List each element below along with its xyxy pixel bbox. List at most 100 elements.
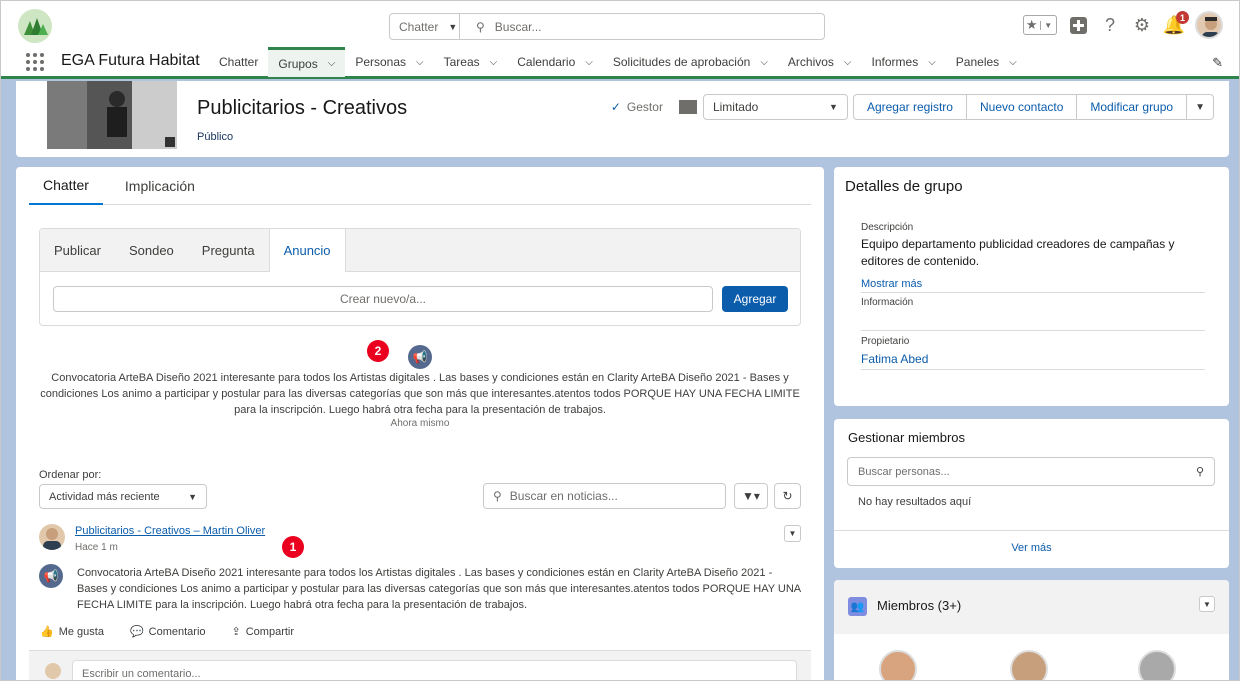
help-icon[interactable]: ? xyxy=(1099,14,1121,36)
description-value: Equipo departamento publicidad creadores… xyxy=(861,237,1175,268)
tab-engagement[interactable]: Implicación xyxy=(111,167,209,205)
publisher-tab-post[interactable]: Publicar xyxy=(40,229,115,271)
commenter-avatar xyxy=(45,663,61,679)
refresh-button[interactable]: ↻ xyxy=(774,483,801,509)
new-contact-button[interactable]: Nuevo contacto xyxy=(967,95,1078,119)
info-label: Información xyxy=(861,297,914,308)
members-menu-button[interactable]: ▼ xyxy=(1199,596,1215,612)
like-button[interactable]: 👍 Me gusta xyxy=(40,625,104,639)
member-avatar[interactable] xyxy=(1010,650,1048,680)
group-actions: ✓ Gestor Limitado ▼ Agregar registro Nuevo… xyxy=(611,94,1214,120)
nav-item-chatter[interactable]: Chatter xyxy=(209,47,268,77)
group-photo[interactable] xyxy=(47,81,177,149)
post-text: Convocatoria ArteBA Diseño 2021 interesa… xyxy=(77,567,801,611)
members-card: 👥 Miembros (3+) ▼ xyxy=(834,580,1229,680)
publisher-input[interactable]: Crear nuevo/a... xyxy=(53,286,713,312)
announcement-text: Convocatoria ArteBA Diseño 2021 interesa… xyxy=(40,372,800,416)
chevron-down-icon[interactable]: ⌵ xyxy=(1009,57,1017,68)
owner-link[interactable]: Fatima Abed xyxy=(861,352,1205,366)
publisher: Publicar Sondeo Pregunta Anuncio Crear n… xyxy=(39,228,801,326)
chevron-down-icon[interactable]: ⌵ xyxy=(844,57,852,68)
see-more-link[interactable]: Ver más xyxy=(834,542,1229,554)
search-input[interactable]: ⚲ Buscar... xyxy=(460,14,824,39)
notification-badge: 1 xyxy=(1176,11,1189,24)
announcement-time: Ahora mismo xyxy=(390,418,450,429)
nav-item-calendario[interactable]: Calendario ⌵ xyxy=(507,47,603,77)
chevron-down-icon[interactable]: ⌵ xyxy=(928,57,936,68)
group-header: Publicitarios - Creativos Público ✓ Gesto… xyxy=(16,81,1229,157)
bell-icon[interactable]: 🔔 1 xyxy=(1163,11,1189,36)
group-title: Publicitarios - Creativos xyxy=(197,97,408,119)
chevron-down-icon[interactable]: ⌵ xyxy=(416,57,424,68)
post-author-avatar[interactable] xyxy=(39,524,65,550)
caret-down-icon[interactable]: ▼ xyxy=(1039,20,1057,30)
comment-bar: Escribir un comentario... xyxy=(29,650,811,680)
user-avatar[interactable] xyxy=(1195,11,1223,39)
post-title-link[interactable]: Publicitarios - Creativos – Martin Olive… xyxy=(75,525,265,537)
add-button[interactable]: Agregar xyxy=(722,286,788,312)
search-scope-select[interactable]: Chatter ▼ xyxy=(390,14,460,39)
divider xyxy=(834,530,1229,531)
feed-panel: Chatter Implicación Publicar Sondeo Preg… xyxy=(16,167,824,680)
step-badge-1: 1 xyxy=(282,536,304,558)
edit-nav-icon[interactable]: ✎ xyxy=(1212,55,1223,71)
sort-select[interactable]: Actividad más reciente ▼ xyxy=(39,484,207,509)
step-badge-2: 2 xyxy=(367,340,389,362)
add-record-button[interactable]: Agregar registro xyxy=(854,95,967,119)
favorites-button[interactable]: ★ ▼ xyxy=(1023,15,1057,35)
more-actions-button[interactable]: ▼ xyxy=(1187,95,1213,119)
member-avatar[interactable] xyxy=(1138,650,1176,680)
details-body: Descripción Equipo departamento publicid… xyxy=(861,222,1205,370)
app-launcher-icon[interactable] xyxy=(26,53,44,71)
group-visibility: Público xyxy=(197,131,234,143)
org-logo[interactable] xyxy=(18,9,52,43)
feed-search-input[interactable]: ⚲ Buscar en noticias... xyxy=(483,483,726,509)
search-icon: ⚲ xyxy=(493,489,502,503)
publisher-tab-question[interactable]: Pregunta xyxy=(188,229,269,271)
sort-label: Ordenar por: xyxy=(39,469,102,481)
post-actions: 👍 Me gusta 💬 Comentario ⇪ Compartir xyxy=(40,625,295,639)
comment-input[interactable]: Escribir un comentario... xyxy=(72,660,797,680)
caret-down-icon: ▼ xyxy=(448,21,458,32)
description-label: Descripción xyxy=(861,222,914,233)
nav-item-paneles[interactable]: Paneles ⌵ xyxy=(946,47,1027,77)
manager-status: ✓ Gestor xyxy=(610,100,663,114)
tab-chatter[interactable]: Chatter xyxy=(29,167,103,205)
post-menu-button[interactable]: ▼ xyxy=(784,525,801,542)
chevron-down-icon[interactable]: ⌵ xyxy=(760,57,768,68)
divider xyxy=(861,292,1205,293)
nav-item-solicitudes[interactable]: Solicitudes de aprobación ⌵ xyxy=(603,47,778,77)
nav-item-archivos[interactable]: Archivos ⌵ xyxy=(778,47,862,77)
filter-button[interactable]: ▼▾ xyxy=(734,483,768,509)
chevron-down-icon[interactable]: ⌵ xyxy=(490,57,498,68)
member-avatar[interactable] xyxy=(879,650,917,680)
share-button[interactable]: ⇪ Compartir xyxy=(232,625,295,639)
owner-label: Propietario xyxy=(861,336,910,347)
global-actions-icon[interactable] xyxy=(1067,14,1089,36)
show-more-link[interactable]: Mostrar más xyxy=(861,278,1205,290)
chevron-down-icon[interactable]: ⌵ xyxy=(585,57,593,68)
email-frequency-select[interactable]: Limitado ▼ xyxy=(702,94,848,120)
nav-item-tareas[interactable]: Tareas ⌵ xyxy=(434,47,508,77)
publisher-tab-poll[interactable]: Sondeo xyxy=(115,229,188,271)
search-icon: ⚲ xyxy=(1195,466,1204,478)
people-search-input[interactable]: Buscar personas... ⚲ xyxy=(847,457,1215,486)
nav-item-grupos[interactable]: Grupos ⌵ xyxy=(268,47,346,77)
comment-button[interactable]: 💬 Comentario xyxy=(130,625,206,639)
divider xyxy=(861,369,1205,370)
thumbs-up-icon: 👍 xyxy=(40,626,54,638)
nav-item-informes[interactable]: Informes ⌵ xyxy=(862,47,946,77)
caret-down-icon: ▼ xyxy=(829,102,838,112)
global-header: Chatter ▼ ⚲ Buscar... ★ ▼ ? ⚙ 🔔 1 EGA Futura… xyxy=(1,1,1239,79)
members-icon: 👥 xyxy=(848,597,867,616)
email-icon xyxy=(678,100,697,114)
header-utilities: ★ ▼ ? ⚙ 🔔 1 xyxy=(1023,11,1223,39)
chevron-down-icon[interactable]: ⌵ xyxy=(328,58,336,69)
publisher-tab-announcement[interactable]: Anuncio xyxy=(268,229,346,272)
caret-down-icon: ▼ xyxy=(188,491,197,502)
nav-item-personas[interactable]: Personas ⌵ xyxy=(345,47,433,77)
gear-icon[interactable]: ⚙ xyxy=(1131,14,1153,36)
group-details-card: Detalles de grupo Descripción Equipo dep… xyxy=(834,167,1229,406)
edit-group-button[interactable]: Modificar grupo xyxy=(1077,95,1188,119)
filter-icon: ▼▾ xyxy=(742,489,760,503)
